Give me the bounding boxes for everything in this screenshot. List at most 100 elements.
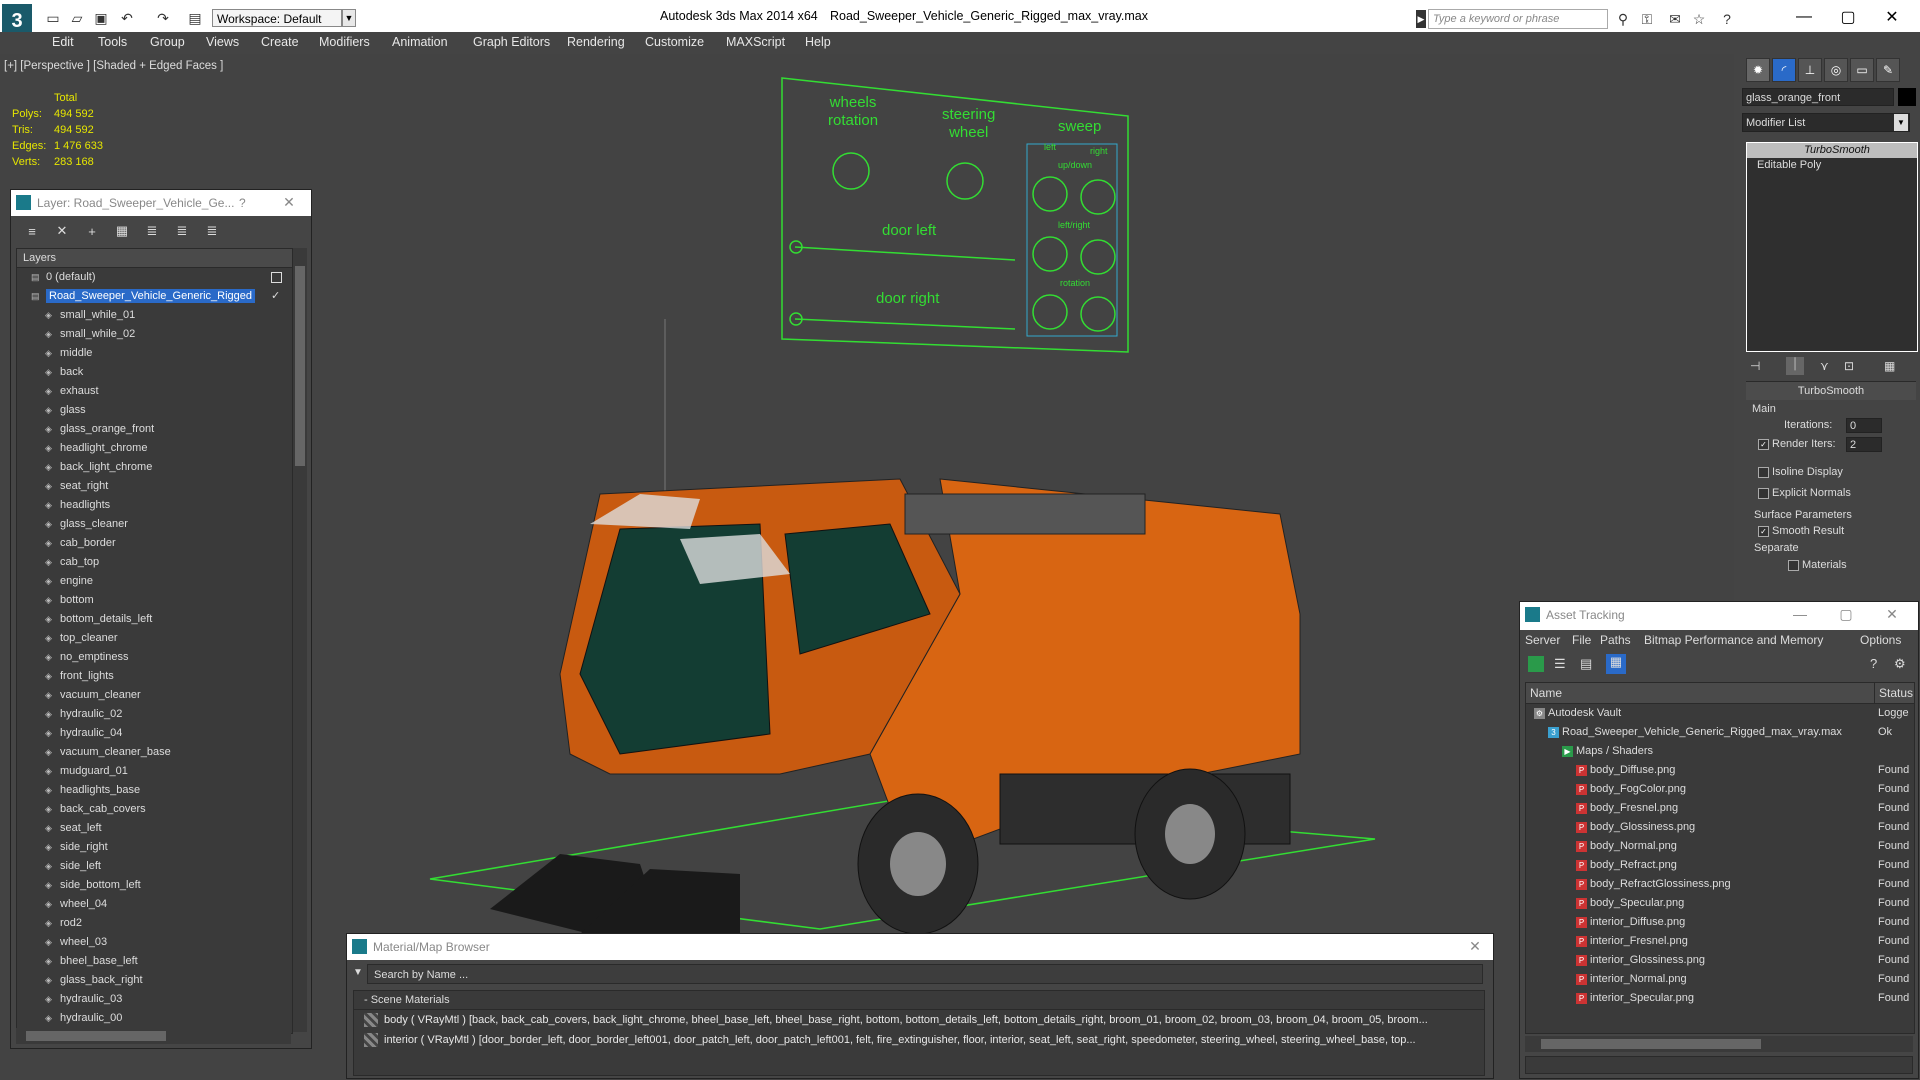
key-icon[interactable]: ⚿ (1638, 10, 1656, 28)
asset-row[interactable]: Pinterior_Glossiness.png Found (1526, 951, 1914, 970)
layer-item[interactable]: ◈ vacuum_cleaner (17, 686, 292, 705)
asset-menu-paths[interactable]: Paths (1600, 633, 1631, 647)
layer-item[interactable]: ◈ top_cleaner (17, 629, 292, 648)
menu-tools[interactable]: Tools (98, 35, 127, 49)
stack-item-editable-poly[interactable]: Editable Poly (1747, 158, 1917, 173)
material-item-interior[interactable]: interior ( VRayMtl ) [door_border_left, … (354, 1030, 1484, 1050)
layer-item[interactable]: ◈ seat_left (17, 819, 292, 838)
utilities-tab-icon[interactable]: ✎ (1876, 58, 1900, 82)
table-view-icon[interactable]: ▦ (1606, 654, 1626, 674)
workspace-dropdown[interactable]: Workspace: Default (212, 9, 342, 27)
maximize-icon[interactable]: ▢ (1836, 606, 1856, 624)
highlight-layer-icon[interactable]: ≣ (143, 222, 161, 240)
smooth-result-checkbox[interactable]: ✓ (1758, 526, 1769, 537)
help-icon[interactable]: ? (1870, 656, 1877, 671)
asset-row[interactable]: Pbody_Diffuse.png Found (1526, 761, 1914, 780)
asset-row[interactable]: Pinterior_Diffuse.png Found (1526, 913, 1914, 932)
configure-modifier-sets-icon[interactable]: ▦ (1884, 359, 1895, 373)
asset-row[interactable]: Pbody_Specular.png Found (1526, 894, 1914, 913)
menu-group[interactable]: Group (150, 35, 185, 49)
thumbnail-view-icon[interactable]: ▤ (1580, 656, 1592, 672)
asset-row[interactable]: Pbody_Normal.png Found (1526, 837, 1914, 856)
asset-horizontal-scrollbar[interactable] (1525, 1036, 1913, 1052)
menu-rendering[interactable]: Rendering (567, 35, 625, 49)
menu-create[interactable]: Create (261, 35, 299, 49)
modifier-list-dropdown[interactable]: Modifier List (1742, 113, 1910, 132)
layer-item[interactable]: ◈ hydraulic_00 (17, 1009, 292, 1028)
asset-menu-options[interactable]: Options (1860, 633, 1901, 647)
iterations-spinner[interactable]: 0 (1846, 418, 1882, 433)
layer-item[interactable]: ◈ cab_border (17, 534, 292, 553)
layer-item[interactable]: ◈ middle (17, 344, 292, 363)
delete-layer-icon[interactable]: ✕ (53, 222, 71, 240)
layer-item[interactable]: ◈ bottom (17, 591, 292, 610)
asset-row[interactable]: 3 Road_Sweeper_Vehicle_Generic_Rigged_max… (1526, 723, 1914, 742)
asset-row[interactable]: Pbody_Glossiness.png Found (1526, 818, 1914, 837)
asset-row[interactable]: ▶ Maps / Shaders (1526, 742, 1914, 761)
chevron-down-icon[interactable]: ▼ (1894, 114, 1908, 131)
create-tab-icon[interactable]: ✹ (1746, 58, 1770, 82)
layer-item[interactable]: ◈ front_lights (17, 667, 292, 686)
menu-maxscript[interactable]: MAXScript (726, 35, 785, 49)
materials-checkbox[interactable] (1788, 560, 1799, 571)
hierarchy-tab-icon[interactable]: ⊥ (1798, 58, 1822, 82)
layer-item[interactable]: ◈ hydraulic_03 (17, 990, 292, 1009)
menu-animation[interactable]: Animation (392, 35, 448, 49)
layer-item[interactable]: ◈ exhaust (17, 382, 292, 401)
menu-graph-editors[interactable]: Graph Editors (473, 35, 550, 49)
chevron-down-icon[interactable]: ▼ (353, 967, 363, 978)
asset-row[interactable]: Pbody_RefractGlossiness.png Found (1526, 875, 1914, 894)
layer-item[interactable]: ◈ headlights (17, 496, 292, 515)
layer-item[interactable]: ◈ hydraulic_02 (17, 705, 292, 724)
viewport-label[interactable]: [+] [Perspective ] [Shaded + Edged Faces… (4, 60, 223, 72)
layer-item[interactable]: ◈ no_emptiness (17, 648, 292, 667)
asset-menu-server[interactable]: Server (1525, 633, 1560, 647)
menu-edit[interactable]: Edit (52, 35, 74, 49)
asset-path-field[interactable] (1525, 1056, 1913, 1074)
layer-vertical-scrollbar[interactable] (293, 248, 307, 1032)
layer-item[interactable]: ◈ back (17, 363, 292, 382)
star-icon[interactable]: ☆ (1690, 10, 1708, 28)
active-layer-check-icon[interactable]: ✓ (271, 287, 280, 306)
select-objects-icon[interactable]: ▦ (113, 222, 131, 240)
remove-modifier-icon[interactable]: ⊡ (1844, 359, 1854, 373)
object-color-swatch[interactable] (1898, 88, 1916, 106)
asset-row[interactable]: Pbody_Refract.png Found (1526, 856, 1914, 875)
show-end-result-icon[interactable]: ⏐ (1786, 357, 1804, 375)
search-input[interactable]: Type a keyword or phrase (1428, 9, 1608, 29)
turbosmooth-rollout-header[interactable]: TurboSmooth (1746, 381, 1916, 400)
layer-horizontal-scrollbar[interactable] (16, 1028, 291, 1044)
menu-modifiers[interactable]: Modifiers (319, 35, 370, 49)
layer-item[interactable]: ◈ back_light_chrome (17, 458, 292, 477)
material-item-body[interactable]: body ( VRayMtl ) [back, back_cab_covers,… (354, 1010, 1484, 1030)
make-unique-icon[interactable]: ⋎ (1820, 359, 1829, 373)
layer-item[interactable]: ◈ seat_right (17, 477, 292, 496)
layer-item[interactable]: ◈ cab_top (17, 553, 292, 572)
close-icon[interactable]: ✕ (279, 194, 299, 212)
menu-customize[interactable]: Customize (645, 35, 704, 49)
render-iters-spinner[interactable]: 2 (1846, 437, 1882, 452)
column-status[interactable]: Status (1874, 683, 1913, 703)
settings-icon[interactable]: ⚙ (1894, 656, 1906, 672)
asset-menu-file[interactable]: File (1572, 633, 1591, 647)
create-layer-icon[interactable]: ≡ (23, 222, 41, 240)
help-icon[interactable]: ? (239, 196, 246, 210)
asset-row[interactable]: Pbody_FogColor.png Found (1526, 780, 1914, 799)
layer-item[interactable]: ◈ back_cab_covers (17, 800, 292, 819)
save-file-icon[interactable]: ▣ (92, 9, 110, 27)
isoline-display-checkbox[interactable] (1758, 467, 1769, 478)
asset-row[interactable]: Pinterior_Fresnel.png Found (1526, 932, 1914, 951)
asset-row[interactable]: ⚙ Autodesk Vault Logge (1526, 704, 1914, 723)
stack-item-turbosmooth[interactable]: TurboSmooth (1747, 143, 1917, 158)
layer-item[interactable]: ◈ side_left (17, 857, 292, 876)
new-file-icon[interactable]: ▭ (44, 9, 62, 27)
asset-row[interactable]: Pbody_Fresnel.png Found (1526, 799, 1914, 818)
open-file-icon[interactable]: ▱ (68, 9, 86, 27)
expand-arrow-icon[interactable]: ▶ (1416, 10, 1426, 28)
layer-item[interactable]: ◈ glass (17, 401, 292, 420)
maximize-icon[interactable]: ▢ (1826, 4, 1870, 30)
object-name-field[interactable]: glass_orange_front (1742, 88, 1894, 106)
close-icon[interactable]: ✕ (1882, 606, 1902, 624)
asset-row[interactable]: Pinterior_Normal.png Found (1526, 970, 1914, 989)
menu-views[interactable]: Views (206, 35, 239, 49)
